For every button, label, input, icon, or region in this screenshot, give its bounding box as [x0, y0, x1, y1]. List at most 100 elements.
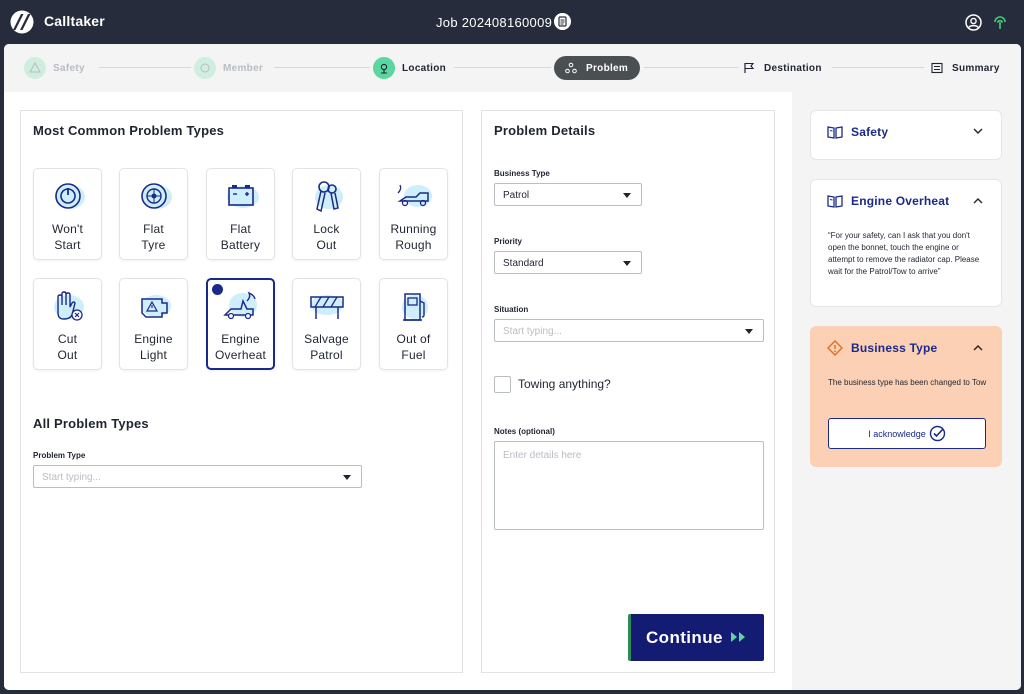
- check-circle-icon: [929, 425, 946, 442]
- tile-label: Out of Fuel: [396, 332, 431, 362]
- guidance-sidebar: Safety Engine Overheat “For your safety,…: [792, 92, 1021, 690]
- tile-running-rough[interactable]: Running Rough: [379, 168, 448, 260]
- situation-placeholder: Start typing...: [503, 326, 562, 337]
- acknowledge-button[interactable]: I acknowledge: [828, 418, 986, 449]
- acknowledge-label: I acknowledge: [868, 429, 926, 439]
- step-connector: [832, 67, 924, 68]
- step-label: Member: [223, 62, 264, 74]
- tile-label: Lock Out: [313, 222, 340, 252]
- towing-checkbox[interactable]: [494, 376, 511, 393]
- business-card-text: The business type has been changed to To…: [828, 378, 987, 387]
- main-window: Safety Member Location Problem Destinati…: [4, 44, 1021, 690]
- overheat-card-text: “For your safety, can I ask that you don…: [828, 231, 980, 276]
- barrier-icon: [310, 295, 344, 319]
- job-title: Job 202408160009: [436, 15, 553, 30]
- alert-icon: [24, 57, 46, 79]
- chevron-down-icon[interactable]: [973, 128, 983, 135]
- situation-select[interactable]: Start typing...: [494, 319, 764, 342]
- continue-label: Continue: [646, 627, 723, 647]
- step-summary[interactable]: Summary: [930, 56, 1000, 80]
- problem-details-panel: Problem Details Business Type Patrol Pri…: [481, 110, 775, 673]
- chevron-up-icon[interactable]: [973, 197, 983, 204]
- problem-types-panel: Most Common Problem Types Won't Start Fla…: [20, 110, 463, 673]
- user-account-icon[interactable]: [965, 14, 982, 31]
- summary-list-icon: [931, 62, 943, 74]
- safety-card-title: Safety: [851, 125, 889, 139]
- tile-out-of-fuel[interactable]: Out of Fuel: [379, 278, 448, 370]
- tile-label: Flat Battery: [220, 222, 261, 252]
- all-types-title: All Problem Types: [33, 416, 149, 431]
- flag-icon: [744, 62, 755, 73]
- continue-button[interactable]: Continue: [628, 614, 764, 661]
- tile-lock-out[interactable]: Lock Out: [292, 168, 361, 260]
- step-connector: [99, 67, 191, 68]
- chevron-up-icon[interactable]: [973, 344, 983, 351]
- problem-type-placeholder: Start typing...: [42, 472, 101, 483]
- content-area: Most Common Problem Types Won't Start Fla…: [4, 92, 792, 690]
- tile-label: Engine Overheat: [215, 332, 266, 362]
- tile-label: Running Rough: [390, 222, 437, 252]
- keys-icon: [315, 181, 343, 213]
- tile-label: Won't Start: [51, 222, 84, 252]
- step-connector: [274, 67, 370, 68]
- double-chevron-right-icon: [731, 632, 745, 642]
- step-label: Summary: [952, 62, 1000, 74]
- rough-engine-icon: [397, 184, 432, 207]
- tile-label: Cut Out: [57, 332, 78, 362]
- priority-label: Priority: [494, 237, 523, 246]
- towing-label: Towing anything?: [518, 377, 611, 391]
- battery-icon: [227, 185, 259, 208]
- problem-type-select[interactable]: Start typing...: [33, 465, 362, 488]
- engine-overheat-card[interactable]: Engine Overheat “For your safety, can I …: [810, 179, 1002, 307]
- priority-select[interactable]: Standard: [494, 251, 642, 274]
- job-notes-icon[interactable]: [554, 13, 571, 30]
- priority-value: Standard: [503, 258, 544, 269]
- tile-salvage-patrol[interactable]: Salvage Patrol: [292, 278, 361, 370]
- notes-label: Notes (optional): [494, 427, 555, 436]
- tile-engine-light[interactable]: Engine Light: [119, 278, 188, 370]
- step-member[interactable]: Member: [194, 56, 263, 80]
- warning-diamond-icon: [827, 340, 843, 356]
- safety-card[interactable]: Safety: [810, 110, 1002, 160]
- caret-down-icon: [623, 261, 631, 266]
- top-bar: Calltaker Job 202408160009: [0, 0, 1024, 44]
- step-location[interactable]: Location: [373, 56, 446, 80]
- notes-placeholder: Enter details here: [503, 450, 582, 461]
- problem-type-label: Problem Type: [33, 451, 86, 460]
- tile-label: Salvage Patrol: [304, 332, 349, 362]
- step-label: Destination: [764, 62, 822, 74]
- book-icon: [827, 126, 843, 139]
- step-safety[interactable]: Safety: [24, 56, 85, 80]
- tyre-icon: [141, 183, 172, 209]
- tile-label: Flat Tyre: [141, 222, 166, 252]
- progress-stepper: Safety Member Location Problem Destinati…: [4, 44, 1021, 92]
- business-type-label: Business Type: [494, 169, 550, 178]
- step-connector: [454, 67, 551, 68]
- step-connector: [644, 67, 739, 68]
- problem-nodes-icon: [565, 62, 577, 74]
- notes-textarea[interactable]: Enter details here: [494, 441, 764, 530]
- calltaker-logo-icon: [10, 10, 34, 34]
- step-destination[interactable]: Destination: [742, 56, 822, 80]
- step-label: Safety: [53, 62, 85, 74]
- overheat-car-icon: [223, 291, 257, 320]
- tile-engine-overheat[interactable]: Engine Overheat: [206, 278, 275, 370]
- hand-stop-icon: [54, 291, 84, 321]
- business-type-value: Patrol: [503, 190, 530, 201]
- business-type-card[interactable]: Business Type The business type has been…: [810, 326, 1002, 467]
- tile-flat-tyre[interactable]: Flat Tyre: [119, 168, 188, 260]
- member-icon: [194, 57, 216, 79]
- tile-wont-start[interactable]: Won't Start: [33, 168, 102, 260]
- step-problem[interactable]: Problem: [554, 56, 641, 80]
- caret-down-icon: [343, 475, 351, 480]
- tile-label: Engine Light: [134, 332, 173, 362]
- business-type-select[interactable]: Patrol: [494, 183, 642, 206]
- engine-light-icon: [141, 295, 171, 318]
- app-title: Calltaker: [44, 13, 105, 29]
- fuel-pump-icon: [402, 293, 428, 321]
- caret-down-icon: [623, 193, 631, 198]
- tile-flat-battery[interactable]: Flat Battery: [206, 168, 275, 260]
- overheat-card-title: Engine Overheat: [851, 194, 950, 208]
- tile-cut-out[interactable]: Cut Out: [33, 278, 102, 370]
- common-types-title: Most Common Problem Types: [33, 123, 225, 138]
